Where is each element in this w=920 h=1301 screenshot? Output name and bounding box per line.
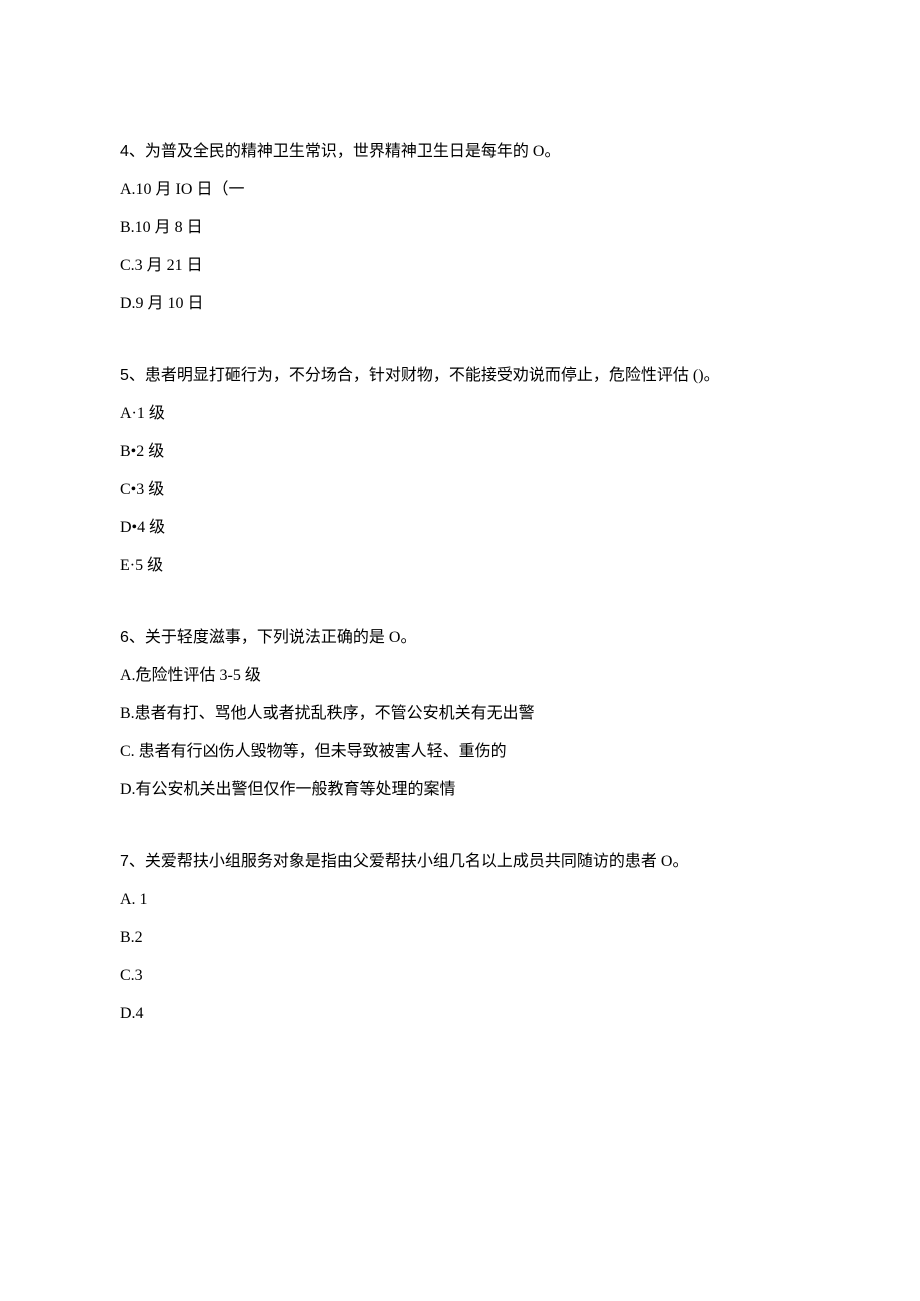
- question-text: 4、为普及全民的精神卫生常识，世界精神卫生日是每年的 O。: [120, 140, 800, 164]
- question-7: 7、关爱帮扶小组服务对象是指由父爱帮扶小组几名以上成员共同随访的患者 O。 A.…: [120, 850, 800, 1026]
- option-c: C•3 级: [120, 478, 800, 502]
- option-d: D.9 月 10 日: [120, 292, 800, 316]
- option-label: D.9 月 10 日: [120, 295, 204, 312]
- option-a: A.危险性评估 3-5 级: [120, 664, 800, 688]
- option-label: A·1 级: [120, 405, 165, 422]
- question-text: 6、关于轻度滋事，下列说法正确的是 O。: [120, 626, 800, 650]
- question-stem: 、关于轻度滋事，下列说法正确的是 O。: [129, 629, 417, 646]
- option-a: A. 1: [120, 888, 800, 912]
- question-stem: 、患者明显打砸行为，不分场合，针对财物，不能接受劝说而停止，危险性评估 ()。: [129, 367, 720, 384]
- option-e: E·5 级: [120, 554, 800, 578]
- question-number: 5: [120, 367, 129, 384]
- option-c: C.3 月 21 日: [120, 254, 800, 278]
- option-label: E·5 级: [120, 557, 163, 574]
- question-6: 6、关于轻度滋事，下列说法正确的是 O。 A.危险性评估 3-5 级 B.患者有…: [120, 626, 800, 802]
- question-4: 4、为普及全民的精神卫生常识，世界精神卫生日是每年的 O。 A.10 月 IO …: [120, 140, 800, 316]
- option-d: D•4 级: [120, 516, 800, 540]
- option-label: C.3 月 21 日: [120, 257, 203, 274]
- option-label: A. 1: [120, 891, 148, 908]
- question-number: 4: [120, 143, 129, 160]
- option-label: D.有公安机关出警但仅作一般教育等处理的案情: [120, 781, 456, 798]
- question-number: 7: [120, 853, 129, 870]
- question-text: 7、关爱帮扶小组服务对象是指由父爱帮扶小组几名以上成员共同随访的患者 O。: [120, 850, 800, 874]
- option-label: B•2 级: [120, 443, 164, 460]
- option-b: B.2: [120, 926, 800, 950]
- question-stem: 、关爱帮扶小组服务对象是指由父爱帮扶小组几名以上成员共同随访的患者 O。: [129, 853, 689, 870]
- option-label: A.危险性评估 3-5 级: [120, 667, 261, 684]
- option-b: B•2 级: [120, 440, 800, 464]
- option-c: C. 患者有行凶伤人毁物等，但未导致被害人轻、重伤的: [120, 740, 800, 764]
- question-number: 6: [120, 629, 129, 646]
- option-d: D.4: [120, 1002, 800, 1026]
- option-label: D.4: [120, 1005, 144, 1022]
- question-stem: 、为普及全民的精神卫生常识，世界精神卫生日是每年的 O。: [129, 143, 561, 160]
- option-label: C. 患者有行凶伤人毁物等，但未导致被害人轻、重伤的: [120, 743, 507, 760]
- option-c: C.3: [120, 964, 800, 988]
- option-label: C•3 级: [120, 481, 164, 498]
- option-b: B.10 月 8 日: [120, 216, 800, 240]
- option-b: B.患者有打、骂他人或者扰乱秩序，不管公安机关有无出警: [120, 702, 800, 726]
- option-label: C.3: [120, 967, 143, 984]
- question-5: 5、患者明显打砸行为，不分场合，针对财物，不能接受劝说而停止，危险性评估 ()。…: [120, 364, 800, 578]
- option-label: D•4 级: [120, 519, 165, 536]
- option-label: B.患者有打、骂他人或者扰乱秩序，不管公安机关有无出警: [120, 705, 535, 722]
- option-label: A.10 月 IO 日（一: [120, 181, 244, 198]
- option-label: B.10 月 8 日: [120, 219, 203, 236]
- option-d: D.有公安机关出警但仅作一般教育等处理的案情: [120, 778, 800, 802]
- option-label: B.2: [120, 929, 143, 946]
- question-text: 5、患者明显打砸行为，不分场合，针对财物，不能接受劝说而停止，危险性评估 ()。: [120, 364, 800, 388]
- option-a: A.10 月 IO 日（一: [120, 178, 800, 202]
- option-a: A·1 级: [120, 402, 800, 426]
